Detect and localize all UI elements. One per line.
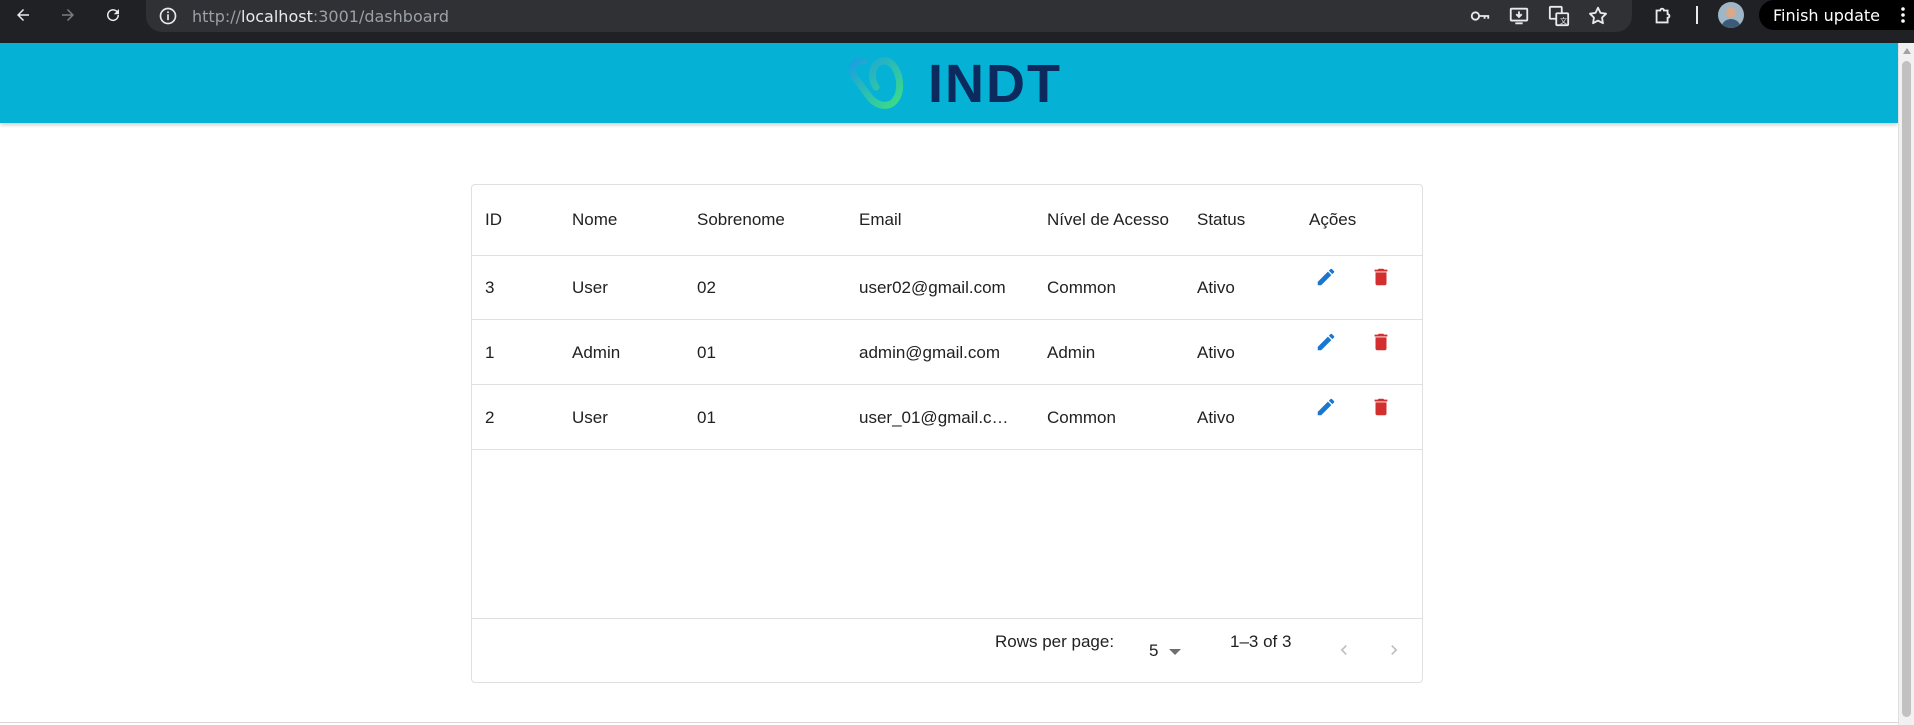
puzzle-icon (1655, 7, 1671, 24)
column-header-sobrenome: Sobrenome (697, 210, 785, 229)
scroll-up-icon[interactable] (1903, 48, 1911, 54)
table-header-row: ID Nome Sobrenome Email Nível de Acesso … (472, 185, 1422, 256)
star-icon (1589, 6, 1607, 25)
column-header-nivel-acesso: Nível de Acesso (1047, 210, 1169, 229)
column-header-email: Email (859, 210, 902, 229)
finish-update-button[interactable]: Finish update (1759, 0, 1914, 30)
cell-nome: Admin (572, 343, 621, 362)
scrollbar-thumb[interactable] (1902, 61, 1911, 717)
column-header-status: Status (1197, 210, 1246, 229)
cell-id: 2 (485, 408, 495, 427)
chevron-left-icon (1340, 645, 1347, 655)
edit-button[interactable] (1312, 263, 1340, 291)
extensions-button[interactable] (1647, 2, 1679, 30)
column-header-id: ID (485, 210, 502, 229)
cell-id: 1 (485, 343, 495, 362)
address-bar[interactable]: http://localhost:3001/dashboard 文 (146, 0, 1632, 32)
rows-per-page-label: Rows per page: (995, 632, 1115, 651)
cell-nivel-acesso: Common (1047, 408, 1116, 427)
logo-mark-icon (848, 57, 904, 109)
page-divider (0, 722, 1898, 723)
forward-button[interactable] (48, 0, 88, 30)
delete-button[interactable] (1367, 393, 1395, 421)
finish-update-label: Finish update (1773, 5, 1881, 25)
table-pagination: Rows per page: 5 1–3 of 3 (472, 618, 1422, 683)
trash-icon (1374, 268, 1388, 286)
cell-sobrenome: 01 (697, 408, 716, 427)
translate-button[interactable]: 文 (1543, 2, 1575, 30)
next-page-button[interactable] (1380, 636, 1408, 664)
cell-status: Ativo (1197, 343, 1235, 362)
cell-sobrenome: 02 (697, 278, 716, 297)
info-icon (159, 7, 177, 25)
page-scrollbar[interactable] (1898, 43, 1914, 725)
pagination-range: 1–3 of 3 (1230, 632, 1292, 651)
indt-logo: INDT (846, 51, 1076, 122)
table-row: 2 User 01 user_01@gmail.c… Common Ativo (472, 385, 1422, 450)
browser-toolbar: http://localhost:3001/dashboard 文 Finish… (0, 0, 1914, 43)
logo-text: INDT (928, 54, 1062, 114)
cell-nivel-acesso: Admin (1047, 343, 1096, 362)
app-header: INDT (0, 43, 1898, 123)
chevron-right-icon (1391, 645, 1398, 655)
password-key-button[interactable] (1464, 2, 1496, 30)
delete-button[interactable] (1367, 328, 1395, 356)
cell-email: user02@gmail.com (859, 278, 1006, 297)
url-text: http://localhost:3001/dashboard (192, 7, 449, 26)
cell-nome: User (572, 408, 608, 427)
more-vertical-icon (1901, 7, 1905, 23)
pencil-icon (1317, 398, 1335, 416)
arrow-right-icon (62, 9, 74, 21)
reload-button[interactable] (93, 0, 133, 30)
install-app-button[interactable] (1503, 2, 1535, 30)
install-icon (1509, 7, 1529, 25)
cell-nome: User (572, 278, 608, 297)
delete-button[interactable] (1367, 263, 1395, 291)
rows-per-page-select[interactable]: 5 (1149, 637, 1199, 665)
cell-email: user_01@gmail.c… (859, 408, 1009, 427)
pencil-icon (1317, 268, 1335, 286)
caret-down-icon (1169, 649, 1181, 655)
trash-icon (1374, 398, 1388, 416)
avatar[interactable] (1718, 2, 1744, 28)
cell-sobrenome: 01 (697, 343, 716, 362)
key-icon (1470, 11, 1490, 21)
column-header-acoes: Ações (1309, 210, 1357, 229)
cell-id: 3 (485, 278, 495, 297)
translate-icon: 文 (1548, 5, 1570, 27)
bookmark-button[interactable] (1582, 2, 1614, 30)
arrow-left-icon (17, 9, 29, 21)
table-row: 3 User 02 user02@gmail.com Common Ativo (472, 255, 1422, 320)
rows-per-page-value: 5 (1149, 641, 1159, 660)
back-button[interactable] (3, 0, 43, 30)
toolbar-divider (1696, 6, 1698, 24)
previous-page-button[interactable] (1330, 636, 1358, 664)
reload-icon (107, 9, 120, 22)
users-table: ID Nome Sobrenome Email Nível de Acesso … (471, 184, 1423, 683)
trash-icon (1374, 333, 1388, 351)
edit-button[interactable] (1312, 328, 1340, 356)
cell-status: Ativo (1197, 278, 1235, 297)
column-header-nome: Nome (572, 210, 618, 229)
table-row: 1 Admin 01 admin@gmail.com Admin Ativo (472, 320, 1422, 385)
cell-nivel-acesso: Common (1047, 278, 1116, 297)
edit-button[interactable] (1312, 393, 1340, 421)
cell-email: admin@gmail.com (859, 343, 1001, 362)
cell-status: Ativo (1197, 408, 1235, 427)
pencil-icon (1317, 333, 1335, 351)
svg-text:文: 文 (1560, 16, 1568, 25)
